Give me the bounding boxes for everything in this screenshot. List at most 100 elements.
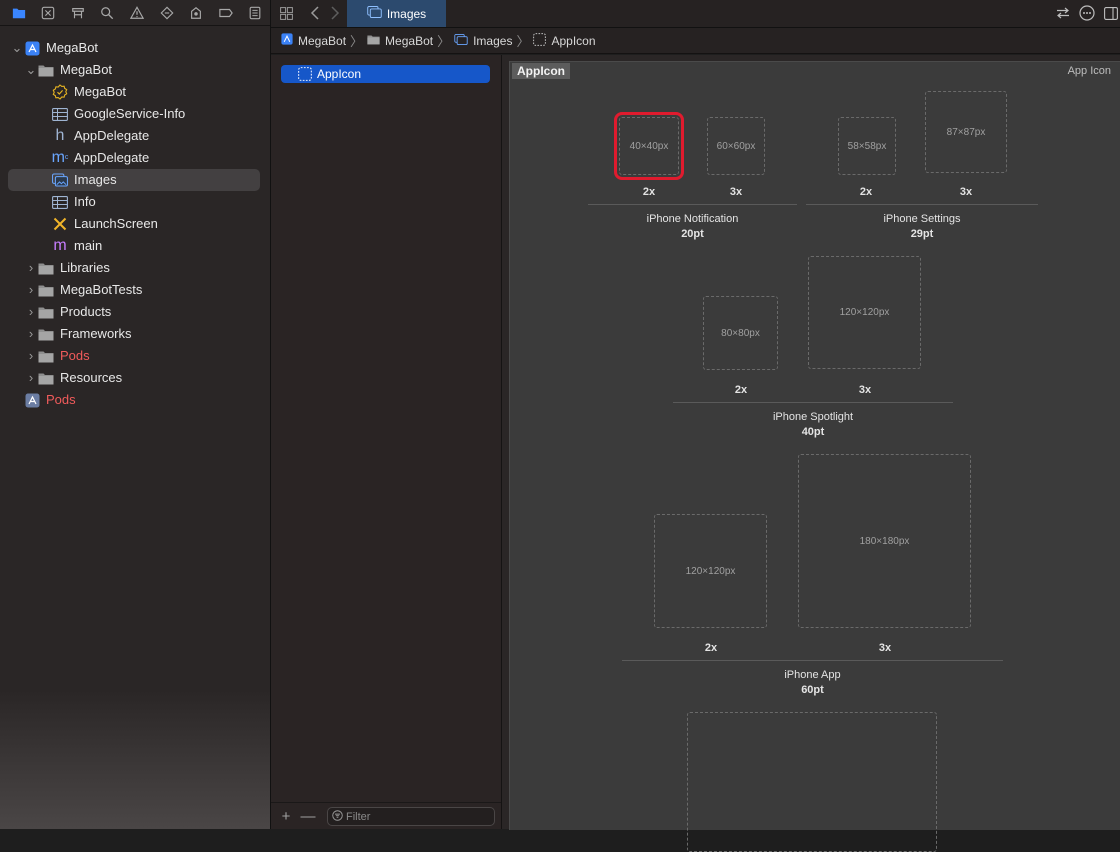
chevron-right-icon[interactable]: › xyxy=(26,279,36,301)
tree-item-resources[interactable]: › Resources xyxy=(0,367,270,389)
tree-item-label: Images xyxy=(74,172,117,187)
tree-item-megabot-group[interactable]: ⌄ MegaBot xyxy=(0,59,270,81)
remove-asset-button[interactable]: — xyxy=(297,808,319,825)
breadcrumb-item-images[interactable]: Images xyxy=(454,34,512,48)
chevron-right-icon[interactable]: › xyxy=(26,345,36,367)
tree-item-pods-project[interactable]: Pods xyxy=(0,389,270,411)
breakpoint-icon[interactable] xyxy=(211,1,241,25)
navigator-toolbar xyxy=(0,0,270,26)
swap-icon[interactable] xyxy=(1053,4,1073,22)
warning-icon[interactable] xyxy=(122,1,152,25)
breadcrumb-item-group[interactable]: MegaBot xyxy=(367,34,433,48)
group-divider xyxy=(806,204,1038,205)
tree-item-main[interactable]: m main xyxy=(0,235,270,257)
project-navigator: ⌄ MegaBot ⌄ MegaBot MegaBot GoogleServic… xyxy=(0,0,271,829)
more-icon[interactable] xyxy=(1077,4,1097,22)
breadcrumb-label: MegaBot xyxy=(298,33,347,48)
breadcrumb-label: Images xyxy=(473,33,513,48)
slot-settings-2x[interactable]: 58×58px xyxy=(838,117,896,175)
tree-item-images[interactable]: Images xyxy=(8,169,260,191)
scale-label: 2x xyxy=(734,384,748,396)
breadcrumb-separator-icon: 〉 xyxy=(437,34,451,49)
tree-item-frameworks[interactable]: › Frameworks xyxy=(0,323,270,345)
group-divider xyxy=(588,204,797,205)
tree-item-label: Resources xyxy=(60,370,123,385)
folder-icon xyxy=(38,349,54,363)
scale-label: 3x xyxy=(959,186,973,198)
breadcrumb-item-project[interactable]: MegaBot xyxy=(281,33,346,48)
inspector-toggle-icon[interactable] xyxy=(1101,4,1120,22)
tree-item-info[interactable]: Info xyxy=(0,191,270,213)
tree-item-megabot-project[interactable]: ⌄ MegaBot xyxy=(0,37,270,59)
asset-item-appicon[interactable]: AppIcon xyxy=(281,65,490,83)
tree-item-pods-group[interactable]: › Pods xyxy=(0,345,270,367)
search-icon[interactable] xyxy=(93,1,123,25)
panel-type-label: App Icon xyxy=(1067,65,1111,77)
scale-label: 3x xyxy=(858,384,872,396)
tree-item-appdelegate-m[interactable]: mc AppDelegate xyxy=(0,147,270,169)
tree-item-label: MegaBotTests xyxy=(60,282,143,297)
folder-icon[interactable] xyxy=(4,1,34,25)
tree-item-label: GoogleService-Info xyxy=(74,106,186,121)
report-icon[interactable] xyxy=(241,1,271,25)
folder-icon xyxy=(38,261,54,275)
tree-item-label: Pods xyxy=(46,392,76,407)
slot-settings-3x[interactable]: 87×87px xyxy=(925,91,1007,173)
tree-item-launchscreen[interactable]: LaunchScreen xyxy=(0,213,270,235)
chevron-right-icon[interactable]: › xyxy=(26,323,36,345)
tab-images[interactable]: Images xyxy=(347,0,446,27)
chevron-right-icon[interactable]: › xyxy=(26,257,36,279)
tree-item-label: Products xyxy=(60,304,112,319)
slot-spotlight-2x[interactable]: 80×80px xyxy=(703,296,778,370)
slot-notification-3x[interactable]: 60×60px xyxy=(707,117,765,175)
tree-item-products[interactable]: › Products xyxy=(0,301,270,323)
tree-item-megabottests[interactable]: › MegaBotTests xyxy=(0,279,270,301)
forward-icon[interactable] xyxy=(326,4,344,22)
objc-file-icon: mc xyxy=(51,149,69,166)
plist-icon xyxy=(52,195,68,209)
chevron-right-icon[interactable]: › xyxy=(26,367,36,389)
slot-app-3x[interactable]: 180×180px xyxy=(798,454,971,628)
breadcrumb: MegaBot 〉 MegaBot 〉 Images 〉 AppIcon xyxy=(271,28,1120,54)
chevron-right-icon[interactable]: › xyxy=(26,301,36,323)
filter-field[interactable] xyxy=(327,807,495,826)
source-control-icon[interactable] xyxy=(34,1,64,25)
chevron-down-icon[interactable]: ⌄ xyxy=(26,59,37,81)
tree-item-label: Info xyxy=(74,194,96,209)
appicon-panel: AppIcon App Icon 40×40px 60×60px 2x 3x i… xyxy=(509,61,1120,852)
breadcrumb-label: MegaBot xyxy=(385,33,434,48)
tree-item-libraries[interactable]: › Libraries xyxy=(0,257,270,279)
symbol-icon[interactable] xyxy=(63,1,93,25)
asset-catalog-icon xyxy=(367,6,382,21)
filter-input[interactable] xyxy=(343,810,486,823)
back-icon[interactable] xyxy=(306,4,324,22)
group-divider xyxy=(622,660,1003,661)
asset-list: AppIcon + — xyxy=(271,55,502,829)
project-icon xyxy=(24,41,40,55)
filter-icon xyxy=(332,809,343,824)
group-size: 60pt xyxy=(801,684,824,696)
test-icon[interactable] xyxy=(152,1,182,25)
slot-app-2x[interactable]: 120×120px xyxy=(654,514,767,628)
chevron-down-icon[interactable]: ⌄ xyxy=(12,37,23,59)
slot-spotlight-3x[interactable]: 120×120px xyxy=(808,256,921,369)
debug-icon[interactable] xyxy=(181,1,211,25)
folder-icon xyxy=(38,63,54,77)
panel-title: AppIcon xyxy=(512,63,570,79)
breadcrumb-label: AppIcon xyxy=(551,33,596,48)
tree-item-appdelegate-h[interactable]: h AppDelegate xyxy=(0,125,270,147)
file-tree: ⌄ MegaBot ⌄ MegaBot MegaBot GoogleServic… xyxy=(0,37,270,411)
asset-editor: AppIcon App Icon 40×40px 60×60px 2x 3x i… xyxy=(502,55,1120,852)
tree-item-label: MegaBot xyxy=(60,62,113,77)
tree-item-label: MegaBot xyxy=(74,84,127,99)
tree-item-googleservice-info[interactable]: GoogleService-Info xyxy=(0,103,270,125)
add-asset-button[interactable]: + xyxy=(275,808,297,825)
tree-item-megabot-entitlements[interactable]: MegaBot xyxy=(0,81,270,103)
slot-next[interactable] xyxy=(687,712,937,852)
slot-notification-2x[interactable]: 40×40px xyxy=(614,112,684,180)
scale-label: 2x xyxy=(642,186,656,198)
breadcrumb-separator-icon: 〉 xyxy=(350,34,364,49)
entitlements-icon xyxy=(52,84,68,100)
breadcrumb-item-appicon[interactable]: AppIcon xyxy=(533,32,596,49)
grid-icon[interactable] xyxy=(277,4,295,22)
